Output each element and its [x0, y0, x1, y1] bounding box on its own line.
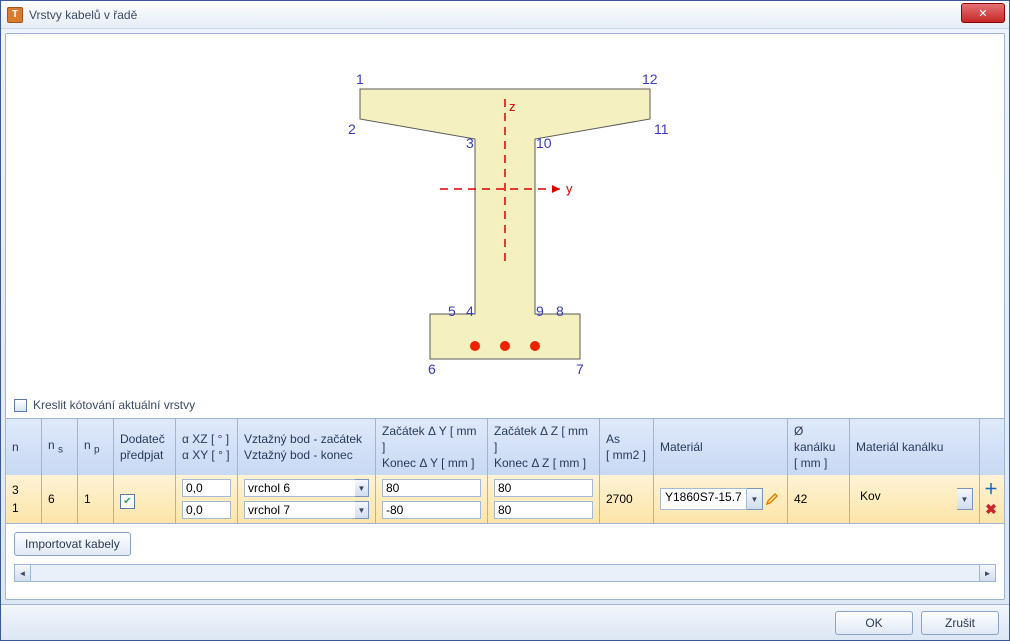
cell-duct-material: Kov ▼	[850, 475, 980, 523]
axis-z-label: z	[509, 99, 516, 114]
col-ns: n s	[42, 419, 78, 475]
cell-alpha	[176, 475, 238, 523]
col-dz: Začátek Δ Z [ mm ] Konec Δ Z [ mm ]	[488, 419, 600, 475]
col-n: n	[6, 419, 42, 475]
duct-material-value[interactable]: Kov	[856, 488, 957, 510]
cell-ns[interactable]: 6	[42, 475, 78, 523]
col-as: As [ mm2 ]	[600, 419, 654, 475]
app-icon: T	[7, 7, 23, 23]
horizontal-scrollbar[interactable]: ◄ ►	[14, 564, 996, 582]
col-refpoint: Vztažný bod - začátek Vztažný bod - kone…	[238, 419, 376, 475]
vertex-1: 1	[356, 71, 364, 87]
posttension-checkbox[interactable]: ✔	[120, 494, 135, 509]
vertex-9: 9	[536, 303, 544, 319]
col-duct-material: Materiál kanálku	[850, 419, 980, 475]
edit-material-button[interactable]	[763, 488, 781, 510]
add-row-button[interactable]: ＋	[982, 480, 1000, 498]
cell-material: Y1860S7-15.7 ▼	[654, 475, 788, 523]
scroll-right-icon[interactable]: ►	[979, 565, 995, 581]
vertex-7: 7	[576, 361, 584, 377]
cell-posttension[interactable]: ✔	[114, 475, 176, 523]
vertex-8: 8	[556, 303, 564, 319]
dy-end-input[interactable]	[382, 501, 481, 519]
cell-actions: ＋ ✖	[980, 475, 1004, 523]
col-material: Materiál	[654, 419, 788, 475]
vertex-10: 10	[536, 135, 552, 151]
vertex-12: 12	[642, 71, 658, 87]
col-duct: Ø kanálku [ mm ]	[788, 419, 850, 475]
draw-dimensions-checkbox[interactable]	[14, 399, 27, 412]
refpoint-start-select[interactable]	[244, 479, 355, 497]
dialog-footer: OK Zrušit	[1, 604, 1009, 640]
dy-start-input[interactable]	[382, 479, 481, 497]
ok-button[interactable]: OK	[835, 611, 913, 635]
vertex-3: 3	[466, 135, 474, 151]
dialog-window: T Vrstvy kabelů v řadě ✕ 1 12 2 11 3 10 …	[0, 0, 1010, 641]
import-row: Importovat kabely	[6, 524, 1004, 564]
cell-n: 3 1	[6, 475, 42, 523]
col-dodatecne: Dodateč předpjat	[114, 419, 176, 475]
close-icon: ✕	[978, 7, 987, 20]
window-title: Vrstvy kabelů v řadě	[29, 8, 137, 22]
chevron-down-icon[interactable]: ▼	[355, 479, 369, 497]
alpha-xz-input[interactable]	[182, 479, 231, 497]
pencil-icon	[765, 492, 779, 506]
col-actions	[980, 419, 1004, 475]
material-value[interactable]: Y1860S7-15.7	[660, 488, 747, 510]
close-button[interactable]: ✕	[961, 3, 1005, 23]
col-alpha: α XZ [ ° ] α XY [ ° ]	[176, 419, 238, 475]
alpha-xy-input[interactable]	[182, 501, 231, 519]
cell-as[interactable]: 2700	[600, 475, 654, 523]
table-header: n n s n p Dodateč předpjat α XZ [ ° ] α …	[6, 419, 1004, 475]
vertex-6: 6	[428, 361, 436, 377]
vertex-11: 11	[654, 121, 669, 137]
section-svg: 1 12 2 11 3 10 4 9 5 8 6 7 y z	[320, 44, 690, 384]
draw-dimensions-label: Kreslit kótování aktuální vrstvy	[33, 398, 195, 412]
refpoint-end-select[interactable]	[244, 501, 355, 519]
vertex-5: 5	[448, 303, 456, 319]
cross-section-diagram: 1 12 2 11 3 10 4 9 5 8 6 7 y z	[6, 34, 1004, 394]
import-cables-button[interactable]: Importovat kabely	[14, 532, 131, 556]
vertex-4: 4	[466, 303, 474, 319]
draw-dimensions-row: Kreslit kótování aktuální vrstvy	[6, 394, 1004, 418]
col-dy: Začátek Δ Y [ mm ] Konec Δ Y [ mm ]	[376, 419, 488, 475]
delete-row-button[interactable]: ✖	[982, 500, 1000, 518]
cell-duct-diameter[interactable]: 42	[788, 475, 850, 523]
cell-np[interactable]: 1	[78, 475, 114, 523]
cancel-button[interactable]: Zrušit	[921, 611, 999, 635]
cell-dz	[488, 475, 600, 523]
cell-dy	[376, 475, 488, 523]
layers-table: n n s n p Dodateč předpjat α XZ [ ° ] α …	[6, 418, 1004, 524]
vertex-2: 2	[348, 121, 356, 137]
chevron-down-icon[interactable]: ▼	[747, 488, 763, 510]
axis-y-label: y	[566, 181, 573, 196]
chevron-down-icon[interactable]: ▼	[957, 488, 973, 510]
table-row: 3 1 6 1 ✔	[6, 475, 1004, 523]
col-np: n p	[78, 419, 114, 475]
titlebar: T Vrstvy kabelů v řadě ✕	[1, 1, 1009, 29]
content-panel: 1 12 2 11 3 10 4 9 5 8 6 7 y z	[5, 33, 1005, 600]
scroll-left-icon[interactable]: ◄	[15, 565, 31, 581]
cell-refpoint: ▼ ▼	[238, 475, 376, 523]
dz-end-input[interactable]	[494, 501, 593, 519]
chevron-down-icon[interactable]: ▼	[355, 501, 369, 519]
dz-start-input[interactable]	[494, 479, 593, 497]
